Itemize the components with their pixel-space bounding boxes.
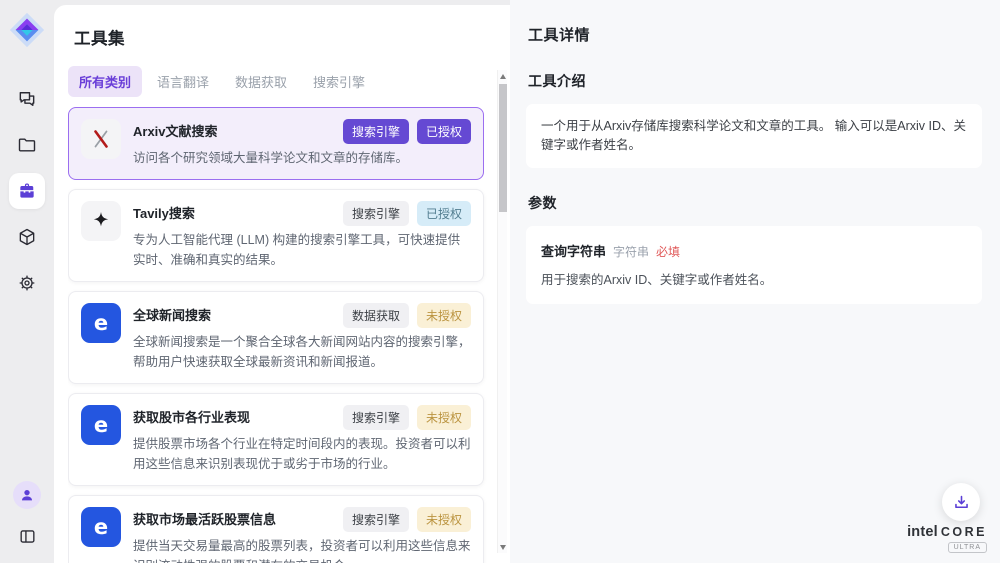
sidebar-nav [9, 81, 45, 301]
params-heading: 参数 [528, 193, 982, 213]
auth-status-badge: 未授权 [417, 405, 471, 430]
tool-card-list: Arxiv文献搜索 搜索引擎 已授权 访问各个研究领域大量科学论文和文章的存储库… [68, 107, 510, 563]
tool-intro-text: 一个用于从Arxiv存储库搜索科学论文和文章的工具。 输入可以是Arxiv ID… [526, 104, 982, 168]
sidebar-item-models[interactable] [9, 219, 45, 255]
news-e-logo-icon: e [81, 405, 121, 445]
param-description: 用于搜索的Arxiv ID、关键字或作者姓名。 [541, 269, 967, 288]
sidebar-item-settings[interactable] [9, 265, 45, 301]
gear-icon [17, 273, 37, 293]
scrollbar-up-arrow[interactable] [498, 70, 508, 82]
tool-title: 全球新闻搜索 [133, 303, 211, 324]
tool-description: 提供当天交易量最高的股票列表，投资者可以利用这些信息来识别流动性强的股票和潜在的… [133, 536, 471, 563]
tool-card-sector-performance[interactable]: e 获取股市各行业表现 搜索引擎 未授权 提供股票市场各个行业在特定时间段内的表… [68, 393, 484, 486]
tool-description: 全球新闻搜索是一个聚合全球各大新闻网站内容的搜索引擎，帮助用户快速获取全球最新资… [133, 332, 471, 372]
news-e-logo-icon: e [81, 303, 121, 343]
category-tabs: 所有类别 语言翻译 数据获取 搜索引擎 [68, 66, 510, 97]
person-icon [19, 487, 35, 503]
tool-title: 获取股市各行业表现 [133, 405, 250, 426]
sidebar-bottom [12, 481, 42, 551]
sidebar-item-toolbox[interactable] [9, 173, 45, 209]
param-name: 查询字符串 [541, 241, 606, 260]
parameter-item: 查询字符串 字符串 必填 用于搜索的Arxiv ID、关键字或作者姓名。 [526, 226, 982, 304]
tool-title: Arxiv文献搜索 [133, 119, 218, 140]
panel-layout-icon [18, 527, 37, 546]
tool-details-panel: 工具详情 工具介绍 一个用于从Arxiv存储库搜索科学论文和文章的工具。 输入可… [510, 0, 1000, 563]
tab-translation[interactable]: 语言翻译 [146, 66, 220, 97]
news-e-logo-icon: e [81, 507, 121, 547]
tab-all-categories[interactable]: 所有类别 [68, 66, 142, 97]
page-title: 工具集 [74, 25, 510, 49]
scrollbar-down-arrow[interactable] [498, 541, 508, 553]
tool-card-tavily[interactable]: Tavily搜索 搜索引擎 已授权 专为人工智能代理 (LLM) 构建的搜索引擎… [68, 189, 484, 282]
auth-status-badge: 已授权 [417, 201, 471, 226]
category-badge: 搜索引擎 [343, 119, 409, 144]
category-badge: 搜索引擎 [343, 405, 409, 430]
tool-list-panel: 工具集 所有类别 语言翻译 数据获取 搜索引擎 Arxiv文献搜索 搜索引擎 已… [54, 5, 510, 563]
sidebar-item-files[interactable] [9, 127, 45, 163]
download-button[interactable] [942, 483, 980, 521]
auth-status-badge: 已授权 [417, 119, 471, 144]
app-logo-icon [8, 11, 46, 49]
intel-core-logo: intel CORE ultra [907, 524, 987, 553]
param-type: 字符串 [613, 243, 649, 260]
cube-icon [17, 227, 37, 247]
download-icon [952, 493, 971, 512]
tool-title: 获取市场最活跃股票信息 [133, 507, 276, 528]
tavily-star-icon [81, 201, 121, 241]
folder-icon [17, 135, 37, 155]
scrollbar-thumb[interactable] [499, 84, 507, 212]
tool-title: Tavily搜索 [133, 201, 195, 222]
category-badge: 搜索引擎 [343, 201, 409, 226]
app-sidebar [0, 0, 54, 563]
tab-data-fetch[interactable]: 数据获取 [224, 66, 298, 97]
intel-ultra-badge: ultra [948, 542, 987, 553]
param-required-flag: 必填 [656, 243, 680, 260]
sidebar-item-chat[interactable] [9, 81, 45, 117]
user-avatar[interactable] [13, 481, 41, 509]
details-title: 工具详情 [528, 24, 982, 45]
tool-card-arxiv[interactable]: Arxiv文献搜索 搜索引擎 已授权 访问各个研究领域大量科学论文和文章的存储库… [68, 107, 484, 180]
chat-icon [17, 89, 37, 109]
tool-card-global-news[interactable]: e 全球新闻搜索 数据获取 未授权 全球新闻搜索是一个聚合全球各大新闻网站内容的… [68, 291, 484, 384]
intro-heading: 工具介绍 [528, 71, 982, 91]
collapse-panel-button[interactable] [12, 521, 42, 551]
toolbox-icon [17, 181, 37, 201]
tool-description: 访问各个研究领域大量科学论文和文章的存储库。 [133, 148, 471, 168]
auth-status-badge: 未授权 [417, 303, 471, 328]
arxiv-logo-icon [81, 119, 121, 159]
tool-card-active-stocks[interactable]: e 获取市场最活跃股票信息 搜索引擎 未授权 提供当天交易量最高的股票列表，投资… [68, 495, 484, 563]
list-scrollbar[interactable] [497, 70, 507, 553]
intel-brand-text: intel [907, 524, 938, 540]
tool-description: 提供股票市场各个行业在特定时间段内的表现。投资者可以利用这些信息来识别表现优于或… [133, 434, 471, 474]
core-brand-text: CORE [941, 525, 987, 539]
category-badge: 搜索引擎 [343, 507, 409, 532]
tool-description: 专为人工智能代理 (LLM) 构建的搜索引擎工具，可快速提供实时、准确和真实的结… [133, 230, 471, 270]
tab-search-engine[interactable]: 搜索引擎 [302, 66, 376, 97]
auth-status-badge: 未授权 [417, 507, 471, 532]
category-badge: 数据获取 [343, 303, 409, 328]
